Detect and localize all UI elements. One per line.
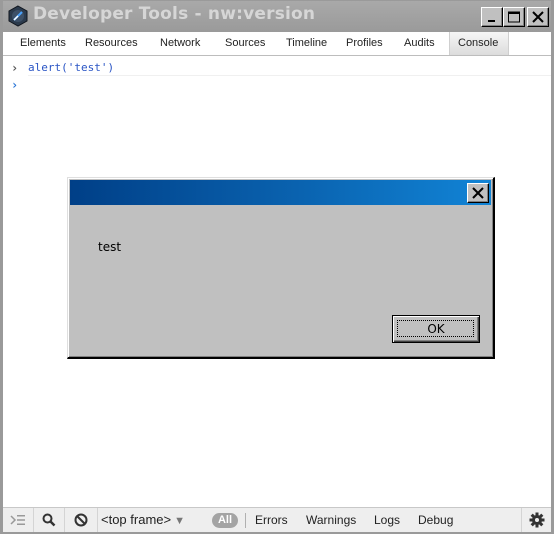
tab-elements[interactable]: Elements <box>12 32 74 55</box>
tab-network[interactable]: Network <box>152 32 208 55</box>
minimize-button[interactable] <box>481 7 503 27</box>
console-entry-text: alert('test') <box>28 61 115 74</box>
filter-divider <box>245 513 246 528</box>
tab-console[interactable]: Console <box>449 32 509 55</box>
dropdown-arrow-icon: ▼ <box>174 515 185 527</box>
minimize-icon <box>488 20 495 22</box>
filter-debug[interactable]: Debug <box>418 508 453 532</box>
filter-logs[interactable]: Logs <box>374 508 400 532</box>
settings-gear-icon <box>529 512 544 528</box>
frame-selector-value: <top frame> <box>101 512 172 527</box>
close-button[interactable] <box>527 7 549 27</box>
tab-sources[interactable]: Sources <box>217 32 273 55</box>
search-icon <box>42 513 56 527</box>
tab-audits[interactable]: Audits <box>396 32 443 55</box>
alert-dialog-close-button[interactable] <box>467 183 489 203</box>
console-statusbar: <top frame> ▼ All Errors Warnings Logs De… <box>3 507 551 532</box>
filter-warnings[interactable]: Warnings <box>306 508 356 532</box>
show-console-icon <box>10 515 25 525</box>
search-button[interactable] <box>34 508 65 532</box>
console-entry: › alert('test') <box>3 59 551 76</box>
tab-resources[interactable]: Resources <box>77 32 146 55</box>
nwjs-app-icon <box>7 5 29 27</box>
close-icon <box>532 11 544 23</box>
frame-selector[interactable]: <top frame> ▼ <box>101 508 185 532</box>
console-entry-chevron-icon: › <box>11 61 19 75</box>
focus-ring <box>397 320 474 337</box>
alert-ok-button[interactable]: OK <box>392 315 480 343</box>
panel-tabbar: Elements Resources Network Sources Timel… <box>3 32 551 56</box>
console-prompt-chevron-icon: › <box>11 78 19 92</box>
settings-button[interactable] <box>521 508 551 532</box>
alert-message: test <box>98 240 122 254</box>
show-drawer-button[interactable] <box>3 508 34 532</box>
filter-errors[interactable]: Errors <box>255 508 288 532</box>
console-prompt-line[interactable]: › <box>3 76 551 93</box>
filter-all[interactable]: All <box>212 513 238 528</box>
close-icon <box>472 187 484 199</box>
maximize-button[interactable] <box>503 7 525 27</box>
clear-console-icon <box>74 513 88 527</box>
devtools-window: Developer Tools - nw:version Elements Re… <box>0 0 554 534</box>
alert-dialog-titlebar[interactable] <box>70 180 491 205</box>
window-title: Developer Tools - nw:version <box>33 4 316 24</box>
clear-console-button[interactable] <box>65 508 98 532</box>
maximize-icon <box>508 11 520 23</box>
window-titlebar[interactable]: Developer Tools - nw:version <box>3 1 551 32</box>
tab-timeline[interactable]: Timeline <box>278 32 335 55</box>
alert-dialog: test OK <box>67 177 495 359</box>
tab-profiles[interactable]: Profiles <box>338 32 391 55</box>
